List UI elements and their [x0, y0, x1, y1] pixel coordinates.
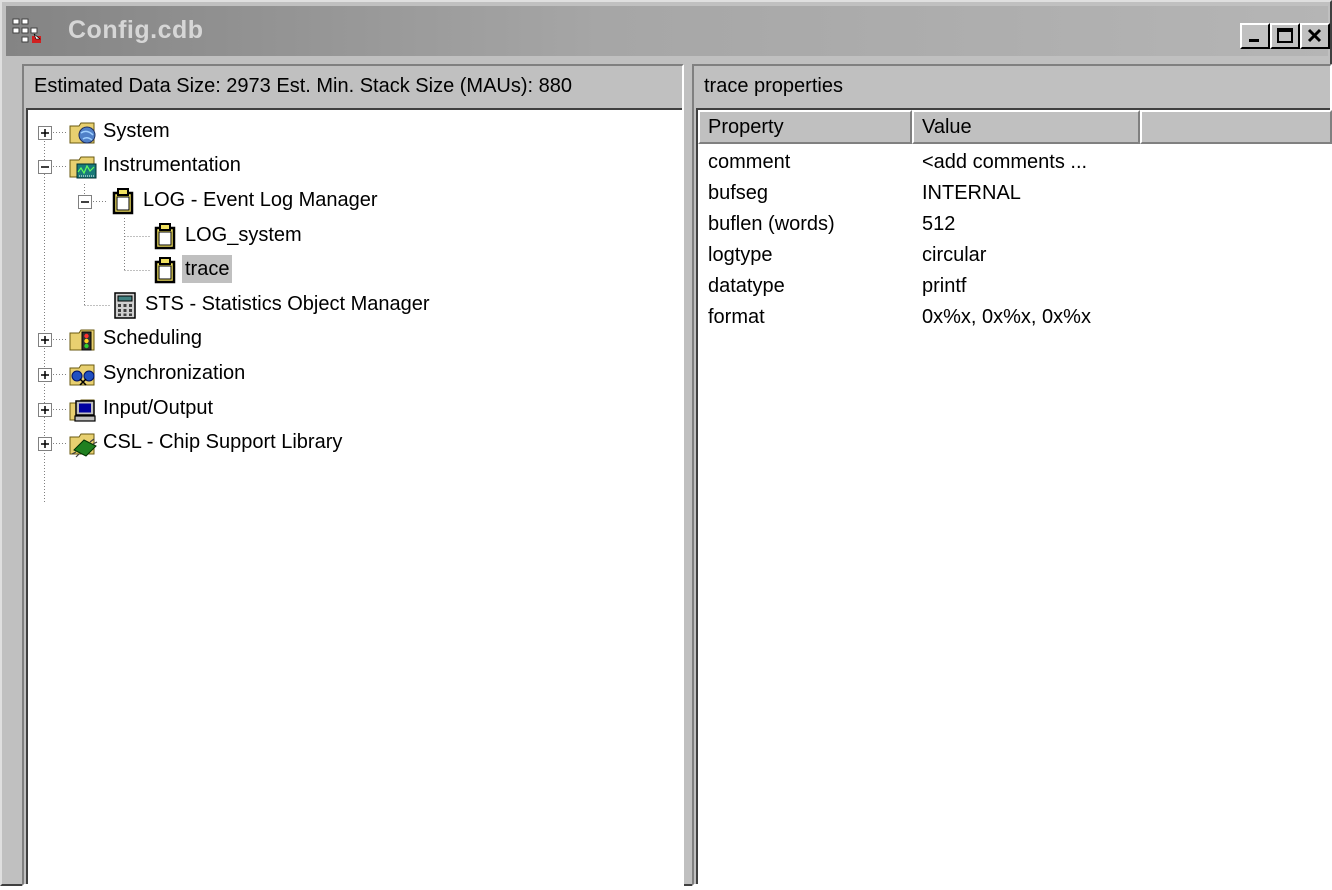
property-name: format	[708, 306, 765, 328]
expand-plus-icon[interactable]	[38, 126, 52, 140]
log-object-icon	[154, 257, 176, 284]
computer-icon	[69, 399, 96, 422]
property-row-bufseg[interactable]: bufseg INTERNAL	[698, 178, 1330, 209]
tree-item-instrumentation[interactable]: Instrumentation	[28, 150, 678, 182]
instrumentation-icon	[69, 156, 97, 179]
minimize-button[interactable]	[1240, 23, 1270, 49]
tree-item-label: LOG - Event Log Manager	[143, 189, 378, 211]
property-name: bufseg	[708, 182, 769, 204]
collapse-minus-icon[interactable]	[38, 160, 52, 174]
expand-plus-icon[interactable]	[38, 437, 52, 451]
property-name: buflen (words)	[708, 213, 835, 235]
log-object-icon	[154, 223, 176, 250]
property-name: comment	[708, 151, 791, 173]
tree-item-label: Scheduling	[103, 327, 202, 349]
configuration-tree[interactable]: System Instrumentation LOG - Event Log M…	[26, 108, 682, 884]
property-row-format[interactable]: format 0x%x, 0x%x, 0x%x	[698, 302, 1330, 333]
tree-item-system[interactable]: System	[28, 116, 678, 148]
property-value: circular	[922, 244, 987, 266]
close-button[interactable]	[1300, 23, 1330, 49]
property-name: datatype	[708, 275, 785, 297]
property-value: 512	[922, 213, 956, 235]
scheduling-icon	[69, 329, 95, 351]
property-value: INTERNAL	[922, 182, 1021, 204]
tree-item-scheduling[interactable]: Scheduling	[28, 323, 678, 355]
property-row-logtype[interactable]: logtype circular	[698, 240, 1330, 271]
tree-item-label: Synchronization	[103, 362, 246, 384]
title-bar[interactable]: Config.cdb	[6, 6, 1330, 56]
column-header-empty	[1140, 110, 1332, 144]
collapse-minus-icon[interactable]	[78, 195, 92, 209]
close-icon	[1307, 28, 1322, 43]
config-app-icon	[12, 18, 41, 43]
tree-item-label: Input/Output	[103, 397, 214, 419]
tree-item-input-output[interactable]: Input/Output	[28, 393, 678, 425]
property-value: 0x%x, 0x%x, 0x%x	[922, 306, 1091, 328]
tree-item-label: Instrumentation	[103, 154, 241, 176]
properties-pane: trace properties Property Value comment …	[692, 64, 1332, 886]
estimated-size-header: Estimated Data Size: 2973 Est. Min. Stac…	[34, 75, 572, 97]
property-value: <add comments ...	[922, 151, 1088, 173]
property-name: logtype	[708, 244, 773, 266]
configuration-tree-pane: Estimated Data Size: 2973 Est. Min. Stac…	[22, 64, 684, 886]
maximize-button[interactable]	[1270, 23, 1300, 49]
properties-list[interactable]: Property Value comment <add comments ...…	[696, 108, 1332, 884]
tree-item-label: CSL - Chip Support Library	[103, 431, 343, 453]
window-title: Config.cdb	[68, 16, 204, 44]
tree-item-sts-manager[interactable]: STS - Statistics Object Manager	[28, 289, 678, 321]
calculator-icon	[114, 292, 136, 319]
system-icon	[69, 122, 96, 144]
tree-item-csl[interactable]: CSL - Chip Support Library	[28, 427, 678, 459]
chip-icon	[69, 433, 98, 458]
expand-plus-icon[interactable]	[38, 368, 52, 382]
tree-item-label: STS - Statistics Object Manager	[145, 293, 430, 315]
tree-item-trace[interactable]: trace	[28, 254, 678, 286]
tree-item-label: LOG_system	[185, 224, 302, 246]
property-row-buflen[interactable]: buflen (words) 512	[698, 209, 1330, 240]
property-row-comment[interactable]: comment <add comments ...	[698, 147, 1330, 178]
tree-item-synchronization[interactable]: Synchronization	[28, 358, 678, 390]
column-header-value[interactable]: Value	[912, 110, 1140, 144]
tree-item-log-system[interactable]: LOG_system	[28, 220, 678, 252]
config-window: Config.cdb Estimated Data Size: 2973 Est…	[0, 0, 1332, 886]
expand-plus-icon[interactable]	[38, 403, 52, 417]
expand-plus-icon[interactable]	[38, 333, 52, 347]
maximize-icon	[1277, 28, 1293, 43]
tree-item-log-manager[interactable]: LOG - Event Log Manager	[28, 185, 678, 217]
property-row-datatype[interactable]: datatype printf	[698, 271, 1330, 302]
synchronization-icon	[69, 364, 95, 386]
minimize-icon	[1249, 39, 1259, 42]
tree-item-label: System	[103, 120, 170, 142]
column-header-property[interactable]: Property	[698, 110, 912, 144]
property-value: printf	[922, 275, 967, 297]
tree-item-label: trace	[182, 255, 233, 283]
properties-header: trace properties	[704, 75, 843, 97]
log-manager-icon	[112, 188, 134, 215]
